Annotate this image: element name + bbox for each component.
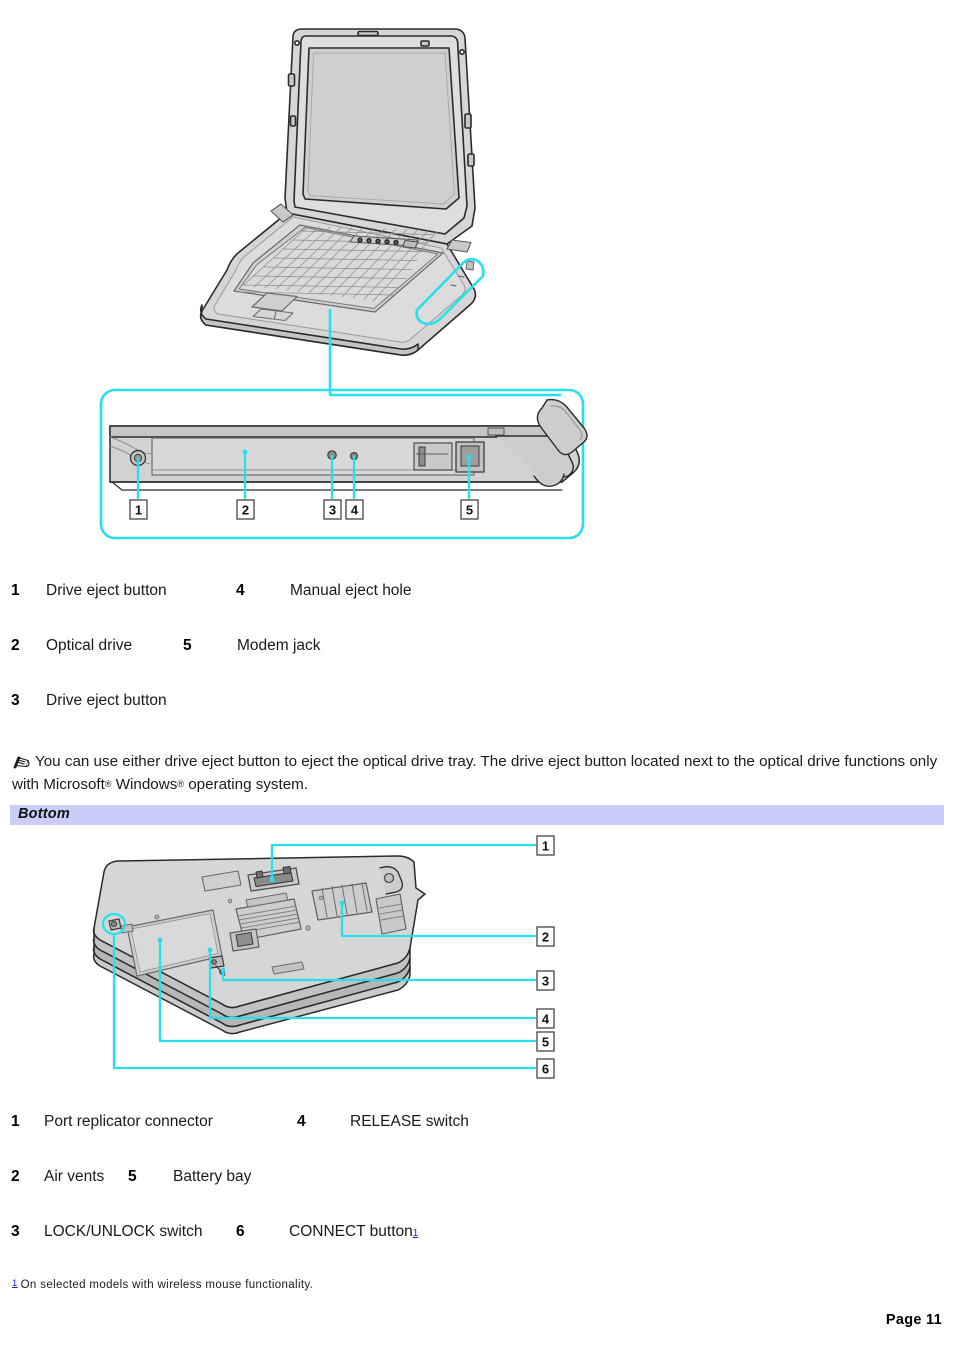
legend-number: 2 — [11, 637, 20, 654]
svg-text:3: 3 — [542, 974, 549, 989]
footnote-text: On selected models with wireless mouse f… — [20, 1279, 314, 1291]
svg-text:5: 5 — [542, 1035, 549, 1050]
legend-row: 3 Drive eject button — [0, 691, 236, 710]
note-text-part2: Windows — [111, 776, 178, 794]
legend-label: Port replicator connector — [44, 1113, 213, 1130]
legend-label: LOCK/UNLOCK switch — [44, 1223, 203, 1240]
legend-number: 4 — [236, 582, 245, 599]
legend-number: 3 — [11, 692, 20, 709]
svg-text:3: 3 — [329, 503, 336, 518]
section-band-bottom — [10, 805, 944, 825]
callout-box-3: 3 — [536, 970, 555, 991]
legend-row: 1 Port replicator connector 4 RELEASE sw… — [0, 1112, 469, 1131]
svg-text:6: 6 — [542, 1062, 549, 1077]
right-side-detail-figure: 1 2 3 4 5 — [99, 388, 588, 540]
page-number: Page 11 — [885, 1312, 942, 1328]
legend-label: Manual eject hole — [290, 582, 412, 599]
legend-number: 5 — [183, 637, 192, 654]
legend-row: 2 Air vents 5 Battery bay — [0, 1167, 251, 1186]
callout-box-1: 1 — [129, 499, 148, 520]
legend-label: Air vents — [44, 1168, 105, 1185]
figure-right-side-view: 1 2 3 4 5 — [0, 0, 954, 560]
note-pencil-icon — [12, 754, 31, 775]
callout-box-2: 2 — [236, 499, 255, 520]
svg-text:1: 1 — [542, 839, 549, 854]
note-block: You can use either drive eject button to… — [12, 752, 942, 795]
callout-box-4: 4 — [345, 499, 364, 520]
legend-number: 1 — [11, 582, 20, 599]
legend-label: Drive eject button — [46, 692, 167, 709]
callout-box-2: 2 — [536, 926, 555, 947]
svg-text:1: 1 — [135, 503, 142, 518]
section-title-bottom: Bottom — [18, 806, 70, 822]
callout-box-1: 1 — [536, 835, 555, 856]
legend-label: Optical drive — [46, 637, 133, 654]
legend-label: Modem jack — [237, 637, 321, 654]
note-text-part3: operating system. — [183, 776, 309, 794]
legend-row: 1 Drive eject button 4 Manual eject hole — [0, 581, 412, 600]
legend-label: CONNECT button — [289, 1223, 413, 1240]
footnote-marker[interactable]: 1 — [12, 1278, 18, 1289]
callout-box-4: 4 — [536, 1008, 555, 1029]
legend-number: 6 — [236, 1223, 245, 1240]
legend-number: 3 — [11, 1223, 20, 1240]
svg-text:5: 5 — [466, 503, 473, 518]
legend-row: 3 LOCK/UNLOCK switch 6 CONNECT button 1 — [0, 1222, 418, 1241]
callout-box-3: 3 — [323, 499, 342, 520]
bottom-view-illustration: 1 2 3 4 5 6 — [92, 835, 555, 1079]
legend-number: 2 — [11, 1168, 20, 1185]
footnote-reference-link[interactable]: 1 — [413, 1228, 419, 1241]
footnote: 1 On selected models with wireless mouse … — [12, 1278, 313, 1291]
registered-mark: ® — [177, 779, 184, 790]
svg-text:2: 2 — [542, 930, 549, 945]
svg-text:2: 2 — [242, 503, 249, 518]
legend-label: Battery bay — [173, 1168, 252, 1185]
legend-number: 5 — [128, 1168, 137, 1185]
figure-bottom-view: 1 2 3 4 5 6 — [0, 828, 954, 1090]
legend-label: Drive eject button — [46, 582, 167, 599]
legend-number: 4 — [297, 1113, 306, 1130]
legend-row: 2 Optical drive 5 Modem jack — [0, 636, 321, 655]
svg-text:4: 4 — [351, 503, 359, 518]
callout-box-6: 6 — [536, 1058, 555, 1079]
legend-number: 1 — [11, 1113, 20, 1130]
callout-box-5: 5 — [460, 499, 479, 520]
callout-box-5: 5 — [536, 1031, 555, 1052]
legend-label: RELEASE switch — [350, 1113, 469, 1130]
svg-text:4: 4 — [542, 1012, 550, 1027]
